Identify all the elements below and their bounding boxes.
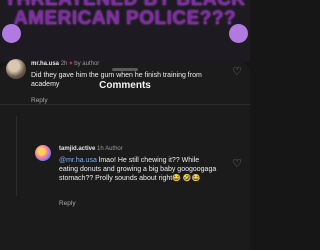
author-badge: Author [105, 146, 123, 152]
avatar[interactable] [35, 145, 51, 161]
heart-icon[interactable]: ♡ [231, 66, 243, 78]
emoji-icon [2, 24, 21, 43]
reply-button[interactable]: Reply [59, 200, 76, 207]
comment-text: @mr.ha.usa lmao! He still chewing it?? W… [59, 156, 219, 183]
heart-icon: ♥ [69, 61, 73, 67]
divider [0, 104, 250, 105]
comment-time: 2h [60, 61, 68, 67]
comment-username[interactable]: tamjid.active [59, 146, 95, 152]
video-preview[interactable]: THREATENED BY BLACK AMERICAN POLICE??? [0, 0, 250, 62]
liked-by-author-label: by author [74, 61, 100, 67]
comment-time: 1h [97, 146, 104, 152]
avatar[interactable] [6, 59, 26, 79]
emoji-icon [229, 24, 248, 43]
comment-text: Did they gave him the gum when he finish… [31, 72, 202, 88]
mention-link[interactable]: @mr.ha.usa [59, 157, 97, 164]
comment-meta: tamjid.active 1h Author [59, 146, 123, 152]
video-headline: THREATENED BY BLACK AMERICAN POLICE??? [4, 0, 245, 29]
heart-icon[interactable]: ♡ [231, 158, 243, 170]
comment-username[interactable]: mr.ha.usa [31, 61, 59, 67]
thread-line [16, 116, 17, 196]
reply-button[interactable]: Reply [31, 97, 48, 104]
comment-meta: mr.ha.usa 2h ♥ by author [31, 61, 99, 67]
